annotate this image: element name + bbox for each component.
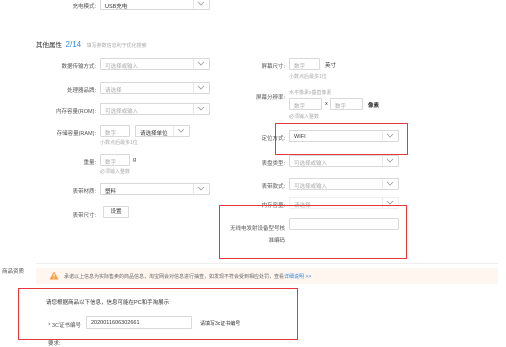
chevron-down-icon: [193, 184, 207, 194]
resolution-label: 屏幕分辨率:: [255, 95, 285, 101]
chevron-down-icon: [173, 126, 187, 136]
data-transfer-select[interactable]: 可选择或输入: [100, 58, 210, 70]
data-transfer-label: 数据传输方式:: [61, 64, 96, 70]
ram-unit-select[interactable]: 请选择单位: [135, 125, 190, 137]
chevron-down-icon: [193, 59, 207, 69]
watch-style-placeholder: 可选择或输入: [294, 183, 328, 190]
weight-input[interactable]: 数字: [100, 154, 130, 166]
positioning-value: WIFI: [294, 133, 306, 140]
wireless-model-highlight: [219, 205, 407, 259]
material-value: 塑料: [105, 188, 117, 195]
ccc-label: * 3C证书编号: [48, 323, 81, 329]
other-attributes-header: 其他属性 2/14 填写参数信息利于优化搜索: [36, 39, 147, 49]
dial-shape-select[interactable]: 可选择或输入: [289, 155, 399, 167]
processor-placeholder: 请选择: [105, 87, 122, 94]
ccc-note: 请您根据商品以下信息，信息可能在PC和手淘展示: [46, 300, 170, 306]
material-select[interactable]: 塑料: [100, 183, 210, 195]
other-attributes-count: 2/14: [65, 40, 82, 49]
resolution-width-placeholder: 数字: [294, 103, 306, 110]
weight-label: 重量:: [83, 160, 96, 166]
resolution-x: x: [325, 101, 328, 107]
warning-link[interactable]: 详细说明 >>: [284, 274, 311, 280]
section-divider: [36, 263, 498, 264]
screen-size-hint: 小数点后最多1位: [289, 74, 327, 80]
chevron-down-icon: [382, 131, 396, 141]
ram-label: 存储容量(RAM):: [56, 131, 96, 137]
chevron-down-icon: [382, 179, 396, 189]
chevron-down-icon: [193, 104, 207, 114]
rom-placeholder: 可选择或输入: [105, 108, 139, 115]
screen-size-label: 屏幕尺寸:: [261, 64, 285, 70]
resolution-hint: 必须输入整数: [289, 114, 320, 120]
resolution-width-input[interactable]: 数字: [289, 98, 322, 110]
ram-input[interactable]: 数字: [100, 125, 130, 137]
chevron-down-icon: [382, 156, 396, 166]
resolution-height-placeholder: 数字: [335, 103, 347, 110]
resolution-height-input[interactable]: 数字: [330, 98, 363, 110]
ccc-number-input[interactable]: 2020011606302661: [86, 316, 192, 329]
ram-placeholder: 数字: [105, 130, 117, 137]
watch-style-select[interactable]: 可选择或输入: [289, 178, 399, 190]
warning-icon: [49, 271, 59, 282]
rom-label: 内存容量(ROM):: [55, 109, 96, 115]
screen-size-placeholder: 数字: [294, 63, 306, 70]
size-set-button[interactable]: 设置: [103, 206, 129, 218]
bottom-label: 要求:: [48, 341, 61, 347]
product-qualification-label: 商品资质: [2, 269, 25, 275]
wireless-model-label-line1: 无线电发射设备型号核: [229, 226, 285, 232]
warning-banner: 承诺以上信息为实际售卖的商品信息，淘宝网会对信息进行抽查，如发现不符会受到相应处…: [36, 268, 498, 284]
ccc-highlight: [18, 288, 298, 340]
weight-placeholder: 数字: [105, 159, 117, 166]
weight-unit: g: [133, 157, 137, 163]
screen-size-unit: 英寸: [325, 63, 337, 69]
size-label: 表带尺寸:: [72, 213, 96, 219]
ccc-hint: 请填写3c证书编号: [200, 321, 241, 327]
weight-hint: 必须输入整数: [100, 169, 131, 175]
screen-size-input[interactable]: 数字: [289, 58, 320, 70]
watch-style-label: 表带款式:: [261, 184, 285, 190]
charge-mode-value: USB充电: [105, 3, 128, 10]
data-transfer-placeholder: 可选择或输入: [105, 63, 139, 70]
dial-shape-label: 表盘类型:: [261, 161, 285, 167]
positioning-select[interactable]: WIFI: [289, 130, 399, 142]
other-attributes-subtitle: 填写参数信息利于优化搜索: [86, 43, 147, 49]
ram-hint: 小数点后最多1位: [100, 140, 138, 146]
warning-text: 承诺以上信息为实际售卖的商品信息，淘宝网会对信息进行抽查，如发现不符会受到相应处…: [64, 273, 311, 280]
charge-mode-label: 充电模式:: [72, 4, 96, 10]
other-attributes-title: 其他属性: [36, 42, 62, 49]
positioning-label: 定位方式:: [261, 136, 285, 142]
ram-unit-placeholder: 请选择单位: [140, 130, 168, 137]
dial-shape-placeholder: 可选择或输入: [294, 160, 328, 167]
warning-text-body: 承诺以上信息为实际售卖的商品信息，淘宝网会对信息进行抽查，如发现不符会受到相应处…: [64, 274, 285, 280]
material-label: 表带材质:: [72, 189, 96, 195]
resolution-unit: 像素: [368, 103, 380, 109]
processor-select[interactable]: 请选择: [100, 82, 210, 94]
processor-label: 处理器品牌:: [66, 88, 96, 94]
rom-select[interactable]: 可选择或输入: [100, 103, 210, 115]
charge-mode-select[interactable]: USB充电: [100, 0, 210, 10]
chevron-down-icon: [193, 0, 207, 9]
resolution-hint-top: 水平像素x垂直像素: [289, 90, 332, 96]
wireless-model-input[interactable]: [289, 218, 399, 230]
wireless-model-label-line2: 准编码: [268, 238, 285, 244]
ccc-number-value: 2020011606302661: [91, 320, 140, 326]
chevron-down-icon: [193, 83, 207, 93]
